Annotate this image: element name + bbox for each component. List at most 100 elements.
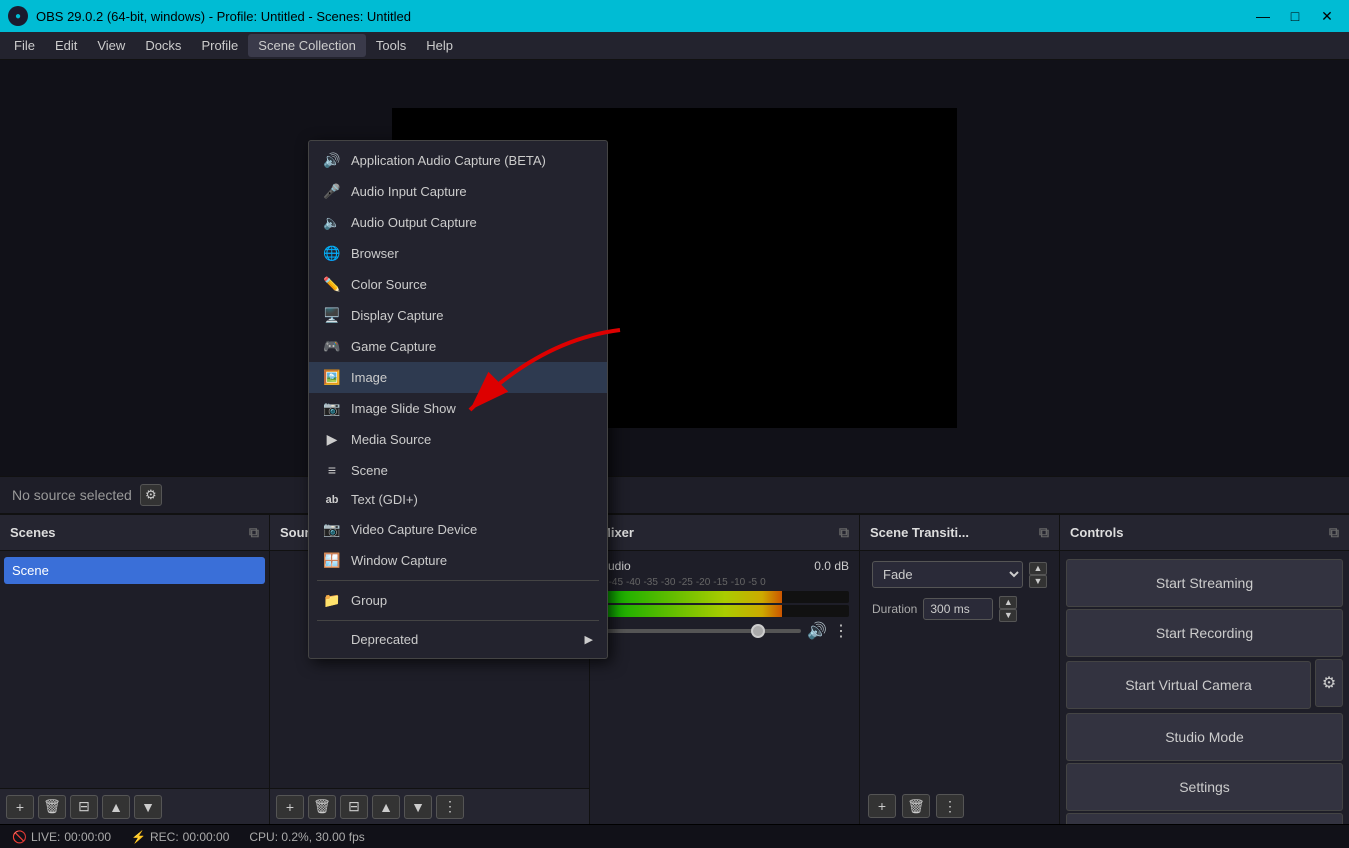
mixer-mute-icon[interactable]: 🔊 xyxy=(807,621,827,641)
ctx-window-capture[interactable]: 🪟 Window Capture xyxy=(309,545,607,576)
ctx-text-gdi-label: Text (GDI+) xyxy=(351,492,418,507)
browser-icon: 🌐 xyxy=(323,245,341,262)
ctx-video-capture-label: Video Capture Device xyxy=(351,522,477,537)
ctx-group[interactable]: 📁 Group xyxy=(309,585,607,616)
filter-scene-button[interactable]: ⊟ xyxy=(70,795,98,819)
duration-spinner-up[interactable]: ▲ xyxy=(999,596,1017,609)
settings-button[interactable]: Settings xyxy=(1066,763,1343,811)
maximize-button[interactable]: □ xyxy=(1281,6,1309,26)
remove-source-button[interactable]: 🗑 xyxy=(308,795,336,819)
ctx-deprecated[interactable]: Deprecated ▶ xyxy=(309,625,607,654)
scenes-panel: Scenes ⧉ Scene + 🗑 ⊟ ▲ ▼ xyxy=(0,515,270,824)
start-virtual-camera-button[interactable]: Start Virtual Camera xyxy=(1066,661,1311,709)
ctx-game-capture[interactable]: 🎮 Game Capture xyxy=(309,331,607,362)
ctx-media-source[interactable]: ▶ Media Source xyxy=(309,424,607,455)
transition-more-button[interactable]: ⋮ xyxy=(936,794,964,818)
cpu-label: CPU: 0.2%, 30.00 fps xyxy=(249,830,364,844)
mixer-panel-content: Audio 0.0 dB 0-45-40-35-30-25-20-15-10-5… xyxy=(590,551,859,824)
duration-spinner-down[interactable]: ▼ xyxy=(999,609,1017,622)
menu-file[interactable]: File xyxy=(4,34,45,57)
move-scene-down-button[interactable]: ▼ xyxy=(134,795,162,819)
transitions-footer: + 🗑 ⋮ xyxy=(860,788,1059,824)
transitions-resize-icon[interactable]: ⧉ xyxy=(1039,524,1049,541)
rec-status: ⚡ REC: 00:00:00 xyxy=(131,830,229,844)
menu-edit[interactable]: Edit xyxy=(45,34,87,57)
virtual-camera-gear[interactable]: ⚙ xyxy=(1315,659,1343,707)
scenes-resize-icon[interactable]: ⧉ xyxy=(249,524,259,541)
move-source-down-button[interactable]: ▼ xyxy=(404,795,432,819)
controls-panel-content: Start Streaming Start Recording Start Vi… xyxy=(1060,551,1349,824)
audio-mixer-row: Audio 0.0 dB 0-45-40-35-30-25-20-15-10-5… xyxy=(594,555,855,645)
exit-button[interactable]: Exit xyxy=(1066,813,1343,824)
display-capture-icon: 🖥️ xyxy=(323,307,341,324)
move-scene-up-button[interactable]: ▲ xyxy=(102,795,130,819)
source-gear-button[interactable]: ⚙ xyxy=(140,484,162,506)
ctx-audio-output[interactable]: 🔈 Audio Output Capture xyxy=(309,207,607,238)
ctx-image-slideshow[interactable]: 📷 Image Slide Show xyxy=(309,393,607,424)
application-audio-icon: 🔊 xyxy=(323,152,341,169)
duration-input[interactable] xyxy=(923,598,993,620)
move-source-up-button[interactable]: ▲ xyxy=(372,795,400,819)
game-capture-icon: 🎮 xyxy=(323,338,341,355)
source-more-button[interactable]: ⋮ xyxy=(436,795,464,819)
scene-item[interactable]: Scene xyxy=(4,557,265,584)
no-source-label: No source selected xyxy=(12,487,132,503)
mixer-panel-header: Mixer ⧉ xyxy=(590,515,859,551)
add-transition-button[interactable]: + xyxy=(868,794,896,818)
window-title: OBS 29.0.2 (64-bit, windows) - Profile: … xyxy=(36,9,411,24)
remove-transition-button[interactable]: 🗑 xyxy=(902,794,930,818)
minimize-button[interactable]: — xyxy=(1249,6,1277,26)
menu-tools[interactable]: Tools xyxy=(366,34,416,57)
transition-select[interactable]: Fade Cut Swipe Slide Stinger Fade to Col… xyxy=(872,561,1023,588)
remove-scene-button[interactable]: 🗑 xyxy=(38,795,66,819)
menu-docks[interactable]: Docks xyxy=(135,34,191,57)
rec-icon: ⚡ xyxy=(131,830,146,844)
ctx-text-gdi[interactable]: ab Text (GDI+) xyxy=(309,485,607,514)
source-properties-button[interactable]: ⊟ xyxy=(340,795,368,819)
mixer-resize-icon[interactable]: ⧉ xyxy=(839,524,849,541)
rec-label: REC: xyxy=(150,830,179,844)
virtual-camera-row: Start Virtual Camera ⚙ xyxy=(1066,659,1343,711)
close-button[interactable]: ✕ xyxy=(1313,6,1341,26)
transitions-panel-title: Scene Transiti... xyxy=(870,525,969,540)
no-signal-icon: 🚫 xyxy=(12,830,27,844)
menu-profile[interactable]: Profile xyxy=(191,34,248,57)
ctx-separator-2 xyxy=(317,620,599,621)
controls-panel: Controls ⧉ Start Streaming Start Recordi… xyxy=(1060,515,1349,824)
controls-resize-icon[interactable]: ⧉ xyxy=(1329,524,1339,541)
menu-help[interactable]: Help xyxy=(416,34,463,57)
studio-mode-button[interactable]: Studio Mode xyxy=(1066,713,1343,761)
mixer-bar-orange-2 xyxy=(762,605,782,617)
mixer-more-icon[interactable]: ⋮ xyxy=(833,621,849,641)
sources-panel-footer: + 🗑 ⊟ ▲ ▼ ⋮ xyxy=(270,788,589,824)
transitions-panel-content: Fade Cut Swipe Slide Stinger Fade to Col… xyxy=(860,551,1059,788)
audio-input-icon: 🎤 xyxy=(323,183,341,200)
ctx-display-capture[interactable]: 🖥️ Display Capture xyxy=(309,300,607,331)
ctx-color-source[interactable]: ✏️ Color Source xyxy=(309,269,607,300)
ctx-scene[interactable]: ≡ Scene xyxy=(309,455,607,485)
ctx-video-capture[interactable]: 📷 Video Capture Device xyxy=(309,514,607,545)
ctx-group-label: Group xyxy=(351,593,387,608)
live-label: LIVE: xyxy=(31,830,60,844)
menu-scene-collection[interactable]: Scene Collection xyxy=(248,34,366,57)
add-scene-button[interactable]: + xyxy=(6,795,34,819)
mixer-level-bar xyxy=(600,591,849,603)
image-slideshow-icon: 📷 xyxy=(323,400,341,417)
ctx-audio-input[interactable]: 🎤 Audio Input Capture xyxy=(309,176,607,207)
start-streaming-button[interactable]: Start Streaming xyxy=(1066,559,1343,607)
ctx-browser[interactable]: 🌐 Browser xyxy=(309,238,607,269)
transition-spinner-down[interactable]: ▼ xyxy=(1029,575,1047,588)
controls-panel-title: Controls xyxy=(1070,525,1123,540)
ctx-image[interactable]: 🖼️ Image xyxy=(309,362,607,393)
controls-panel-header: Controls ⧉ xyxy=(1060,515,1349,551)
mixer-slider-thumb xyxy=(751,624,765,638)
ctx-application-audio[interactable]: 🔊 Application Audio Capture (BETA) xyxy=(309,145,607,176)
mixer-volume-slider[interactable] xyxy=(600,629,801,633)
menubar: File Edit View Docks Profile Scene Colle… xyxy=(0,32,1349,60)
transitions-panel: Scene Transiti... ⧉ Fade Cut Swipe Slide… xyxy=(860,515,1060,824)
transition-spinner-up[interactable]: ▲ xyxy=(1029,562,1047,575)
add-source-button[interactable]: + xyxy=(276,795,304,819)
start-recording-button[interactable]: Start Recording xyxy=(1066,609,1343,657)
menu-view[interactable]: View xyxy=(87,34,135,57)
bottom-panels: Scenes ⧉ Scene + 🗑 ⊟ ▲ ▼ Sources ⧉ xyxy=(0,514,1349,824)
